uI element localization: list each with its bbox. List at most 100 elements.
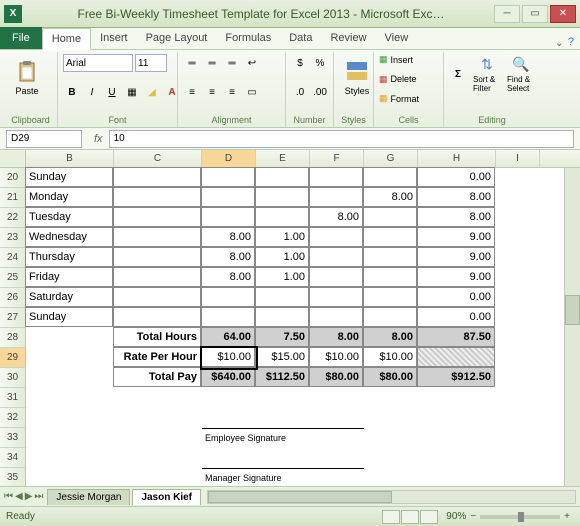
row-header-27[interactable]: 27	[0, 308, 25, 328]
decrease-decimal-button[interactable]: .00	[311, 84, 329, 102]
cell-D23[interactable]: 8.00	[201, 227, 255, 247]
col-header-B[interactable]: B	[26, 150, 114, 167]
cell-E30[interactable]: $112.50	[255, 367, 309, 387]
cell-G25[interactable]	[363, 267, 417, 287]
cell-H29[interactable]	[417, 347, 495, 367]
minimize-ribbon-icon[interactable]: ⌄	[555, 36, 564, 49]
align-center-button[interactable]: ≡	[203, 84, 221, 102]
cell-B26[interactable]: Saturday	[25, 287, 113, 307]
tab-nav-next[interactable]: ▶	[25, 491, 33, 502]
cell-G30[interactable]: $80.00	[363, 367, 417, 387]
cell-F30[interactable]: $80.00	[309, 367, 363, 387]
cell-C24[interactable]	[113, 247, 201, 267]
border-button[interactable]: ▦	[123, 84, 141, 102]
styles-button[interactable]: Styles	[339, 54, 375, 102]
cell-F25[interactable]	[309, 267, 363, 287]
help-icon[interactable]: ?	[568, 36, 574, 49]
cell-D27[interactable]	[201, 307, 255, 327]
tab-home[interactable]: Home	[42, 28, 91, 50]
cell-H25[interactable]: 9.00	[417, 267, 495, 287]
cell-C22[interactable]	[113, 207, 201, 227]
cell-H20[interactable]: 0.00	[417, 167, 495, 187]
row-header-21[interactable]: 21	[0, 188, 25, 208]
horizontal-scrollbar[interactable]	[207, 490, 576, 504]
col-header-D[interactable]: D	[202, 150, 256, 167]
select-all-corner[interactable]	[0, 150, 26, 167]
cell-E23[interactable]: 1.00	[255, 227, 309, 247]
cell-E22[interactable]	[255, 207, 309, 227]
cell-C21[interactable]	[113, 187, 201, 207]
col-header-C[interactable]: C	[114, 150, 202, 167]
cell-B22[interactable]: Tuesday	[25, 207, 113, 227]
tab-nav-first[interactable]: ⏮	[4, 491, 13, 502]
formula-input[interactable]: 10	[109, 130, 574, 148]
fill-color-button[interactable]: ◢	[143, 84, 161, 102]
row-header-28[interactable]: 28	[0, 328, 25, 348]
cell-D22[interactable]	[201, 207, 255, 227]
tab-page-layout[interactable]: Page Layout	[137, 27, 217, 49]
col-header-F[interactable]: F	[310, 150, 364, 167]
cell-D20[interactable]	[201, 167, 255, 187]
font-name-input[interactable]	[63, 54, 133, 72]
sheet-tab-jessie[interactable]: Jessie Morgan	[47, 489, 130, 505]
row-header-22[interactable]: 22	[0, 208, 25, 228]
cell-B21[interactable]: Monday	[25, 187, 113, 207]
cell-E24[interactable]: 1.00	[255, 247, 309, 267]
cell-H26[interactable]: 0.00	[417, 287, 495, 307]
col-header-G[interactable]: G	[364, 150, 418, 167]
cell-E20[interactable]	[255, 167, 309, 187]
row-header-31[interactable]: 31	[0, 388, 25, 408]
fx-icon[interactable]: fx	[94, 133, 103, 145]
wrap-text-button[interactable]: ↩	[243, 54, 261, 72]
cell-C28[interactable]: Total Hours	[113, 327, 201, 347]
row-header-24[interactable]: 24	[0, 248, 25, 268]
name-box[interactable]: D29	[6, 130, 82, 148]
cell-H22[interactable]: 8.00	[417, 207, 495, 227]
increase-decimal-button[interactable]: .0	[291, 84, 309, 102]
cell-E28[interactable]: 7.50	[255, 327, 309, 347]
align-right-button[interactable]: ≡	[223, 84, 241, 102]
cell-D25[interactable]: 8.00	[201, 267, 255, 287]
cell-G26[interactable]	[363, 287, 417, 307]
cell-H30[interactable]: $912.50	[417, 367, 495, 387]
cell-G28[interactable]: 8.00	[363, 327, 417, 347]
cell-G27[interactable]	[363, 307, 417, 327]
cell-C26[interactable]	[113, 287, 201, 307]
row-header-34[interactable]: 34	[0, 448, 25, 468]
cell-C25[interactable]	[113, 267, 201, 287]
cell-F29[interactable]: $10.00	[309, 347, 363, 367]
cell-H28[interactable]: 87.50	[417, 327, 495, 347]
underline-button[interactable]: U	[103, 84, 121, 102]
cell-B24[interactable]: Thursday	[25, 247, 113, 267]
vertical-scrollbar[interactable]	[564, 168, 580, 486]
tab-view[interactable]: View	[376, 27, 418, 49]
cell-B25[interactable]: Friday	[25, 267, 113, 287]
cell-D30[interactable]: $640.00	[201, 367, 255, 387]
italic-button[interactable]: I	[83, 84, 101, 102]
cell-G20[interactable]	[363, 167, 417, 187]
tab-nav-prev[interactable]: ◀	[15, 491, 23, 502]
delete-cells-button[interactable]: ▦Delete	[379, 74, 438, 85]
col-header-H[interactable]: H	[418, 150, 496, 167]
tab-data[interactable]: Data	[280, 27, 321, 49]
format-cells-button[interactable]: ▦Format	[379, 93, 438, 104]
cell-C27[interactable]	[113, 307, 201, 327]
row-header-29[interactable]: 29	[0, 348, 25, 368]
cell-E27[interactable]	[255, 307, 309, 327]
cell-E26[interactable]	[255, 287, 309, 307]
cell-G21[interactable]: 8.00	[363, 187, 417, 207]
cell-C23[interactable]	[113, 227, 201, 247]
insert-cells-button[interactable]: ▦Insert	[379, 54, 438, 65]
align-middle-button[interactable]: ═	[203, 54, 221, 72]
currency-button[interactable]: $	[291, 54, 309, 72]
maximize-button[interactable]: ▭	[522, 5, 548, 23]
minimize-button[interactable]: ─	[494, 5, 520, 23]
cell-B20[interactable]: Sunday	[25, 167, 113, 187]
worksheet-grid[interactable]: BCDEFGHI 2021222324252627282930313233343…	[0, 150, 580, 486]
close-button[interactable]: ✕	[550, 5, 576, 23]
cell-D35[interactable]: Manager Signature	[202, 468, 364, 486]
paste-button[interactable]: Paste	[9, 54, 45, 102]
cell-C30[interactable]: Total Pay	[113, 367, 201, 387]
find-select-button[interactable]: 🔍Find & Select	[507, 54, 535, 94]
cell-H23[interactable]: 9.00	[417, 227, 495, 247]
